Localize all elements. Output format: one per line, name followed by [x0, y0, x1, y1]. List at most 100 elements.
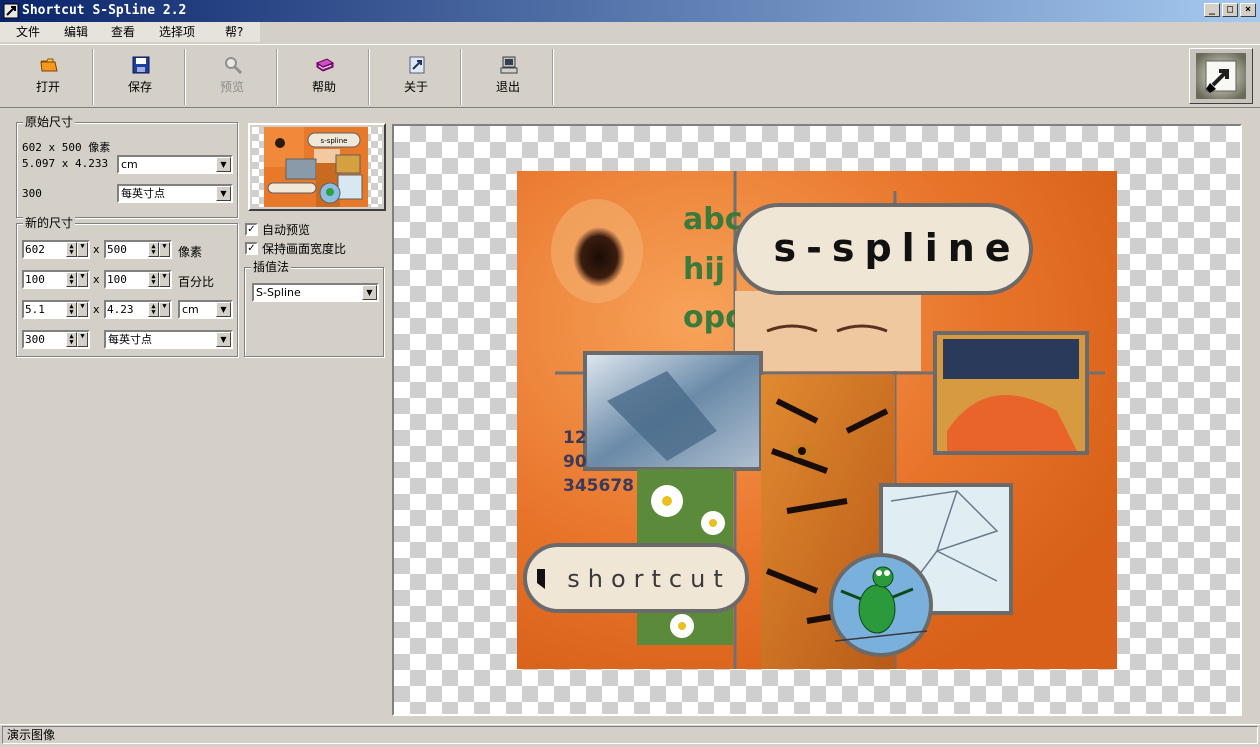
spin-icon[interactable]: ▲ ▼	[66, 302, 77, 317]
dropdown-arrow-icon: ▼	[362, 285, 377, 300]
window-title: Shortcut S-Spline 2.2	[22, 3, 187, 18]
height-pct-input[interactable]: 100 ▲ ▼ ▼	[104, 270, 172, 289]
times-label: x	[93, 243, 100, 256]
times-label: x	[93, 273, 100, 286]
status-bar: 演示图像	[0, 724, 1260, 744]
new-size-group: 新的尺寸 602 ▲ ▼ ▼ x 500 ▲ ▼ ▼ 像素 100 ▲ ▼ ▼ x 1…	[16, 216, 238, 357]
help-button[interactable]: 帮助	[278, 45, 370, 107]
folder-open-icon	[40, 58, 58, 72]
height-pct-value: 100	[107, 273, 127, 286]
resolution-input[interactable]: 300 ▲ ▼ ▼	[22, 330, 90, 349]
preview-button[interactable]: 预览	[186, 45, 278, 107]
height-px-input[interactable]: 500 ▲ ▼ ▼	[104, 240, 172, 259]
image-numbers-345678: 345678	[563, 476, 634, 496]
thumbnail-preview[interactable]: s-spline	[248, 123, 386, 211]
save-button[interactable]: 保存	[94, 45, 186, 107]
new-resolution-unit-select[interactable]: 每英寸点 ▼	[104, 330, 233, 349]
dropdown-arrow-icon[interactable]: ▼	[77, 272, 88, 287]
dropdown-arrow-icon[interactable]: ▼	[159, 242, 170, 257]
preview-label: 预览	[219, 80, 244, 94]
menu-file[interactable]: 文件	[16, 24, 40, 40]
menu-edit[interactable]: 编辑	[64, 24, 88, 40]
close-button[interactable]: ×	[1240, 3, 1256, 17]
floppy-disk-icon	[132, 56, 150, 74]
menu-help[interactable]: 帮?	[225, 24, 243, 40]
times-label: x	[93, 303, 100, 316]
thumbnail-logo-text: s-spline	[321, 137, 348, 145]
spin-icon[interactable]: ▲ ▼	[66, 242, 77, 257]
status-text: 演示图像	[2, 726, 1258, 744]
pixel-unit-label: 像素	[178, 245, 203, 259]
spin-icon[interactable]: ▲ ▼	[148, 272, 159, 287]
interpolation-value: S-Spline	[256, 286, 301, 299]
image-viewport[interactable]: abc hij opqr s-spline 12 90 345678 short…	[392, 124, 1242, 716]
width-px-value: 602	[25, 243, 45, 256]
width-pct-input[interactable]: 100 ▲ ▼ ▼	[22, 270, 90, 289]
menu-view[interactable]: 查看	[111, 24, 135, 40]
original-pixels: 602 x 500 像素	[22, 141, 111, 154]
original-unit-value: cm	[121, 158, 138, 171]
original-resolution-unit-value: 每英寸点	[121, 187, 165, 200]
new-unit-select[interactable]: cm ▼	[178, 300, 233, 319]
width-cm-input[interactable]: 5.1 ▲ ▼ ▼	[22, 300, 90, 319]
open-button[interactable]: 打开	[2, 45, 94, 107]
width-pct-value: 100	[25, 273, 45, 286]
thumbnail-image: s-spline	[264, 127, 368, 207]
original-unit-select[interactable]: cm ▼	[117, 155, 233, 174]
maximize-button[interactable]: □	[1222, 3, 1238, 17]
save-label: 保存	[127, 80, 152, 94]
spin-icon[interactable]: ▲ ▼	[66, 272, 77, 287]
image-letters-hij: hij	[683, 252, 725, 287]
image-logo-text: s-spline	[773, 226, 1020, 270]
image-numbers-12: 12	[563, 428, 587, 448]
exit-label: 退出	[495, 80, 520, 94]
interpolation-group: 插值法 S-Spline ▼	[244, 260, 384, 357]
about-logo-icon	[409, 56, 425, 74]
dropdown-arrow-icon: ▼	[216, 186, 231, 201]
interpolation-title: 插值法	[251, 260, 292, 274]
dropdown-arrow-icon: ▼	[216, 157, 231, 172]
auto-preview-checkbox[interactable]: ✓	[245, 223, 258, 236]
spin-icon[interactable]: ▲ ▼	[66, 332, 77, 347]
dropdown-arrow-icon[interactable]: ▼	[77, 302, 88, 317]
menu-options[interactable]: 选择项	[159, 24, 195, 40]
menu-bar: 文件 编辑 查看 选择项 帮?	[0, 22, 1260, 42]
about-button[interactable]: 关于	[370, 45, 462, 107]
book-icon	[315, 58, 335, 72]
original-size-group: 原始尺寸 602 x 500 像素 5.097 x 4.233 cm ▼ 300…	[16, 115, 238, 218]
app-icon	[3, 3, 19, 19]
shortcut-logo-icon	[1196, 53, 1246, 99]
exit-button[interactable]: 退出	[462, 45, 554, 107]
dropdown-arrow-icon: ▼	[216, 302, 231, 317]
dropdown-arrow-icon[interactable]: ▼	[77, 332, 88, 347]
minimize-button[interactable]: _	[1204, 3, 1220, 17]
dropdown-arrow-icon[interactable]: ▼	[159, 302, 170, 317]
settings-panel: 原始尺寸 602 x 500 像素 5.097 x 4.233 cm ▼ 300…	[4, 112, 388, 718]
toolbar: 打开 保存 预览 帮助 关于 退出	[0, 44, 1260, 108]
dropdown-arrow-icon[interactable]: ▼	[77, 242, 88, 257]
image-numbers-90: 90	[563, 452, 587, 472]
original-physical: 5.097 x 4.233	[22, 157, 109, 170]
interpolation-select[interactable]: S-Spline ▼	[252, 283, 379, 302]
dropdown-arrow-icon[interactable]: ▼	[159, 272, 170, 287]
resolution-value: 300	[25, 333, 45, 346]
height-cm-value: 4.23	[107, 303, 134, 316]
keep-aspect-label: 保持画面宽度比	[262, 242, 347, 256]
magnifier-icon	[225, 57, 243, 75]
spin-icon[interactable]: ▲ ▼	[148, 302, 159, 317]
demo-image: abc hij opqr s-spline 12 90 345678 short…	[517, 171, 1117, 669]
keep-aspect-checkbox[interactable]: ✓	[245, 242, 258, 255]
spin-icon[interactable]: ▲ ▼	[148, 242, 159, 257]
computer-icon	[500, 56, 518, 74]
new-resolution-unit-value: 每英寸点	[108, 333, 152, 346]
percent-unit-label: 百分比	[178, 275, 215, 289]
original-resolution-unit-select[interactable]: 每英寸点 ▼	[117, 184, 233, 203]
image-shortcut-text: shortcut	[567, 565, 731, 593]
width-cm-value: 5.1	[25, 303, 45, 316]
shortcut-logo-button[interactable]	[1189, 48, 1253, 104]
width-px-input[interactable]: 602 ▲ ▼ ▼	[22, 240, 90, 259]
about-label: 关于	[403, 80, 428, 94]
new-size-title: 新的尺寸	[23, 216, 76, 230]
new-unit-value: cm	[182, 303, 199, 316]
height-cm-input[interactable]: 4.23 ▲ ▼ ▼	[104, 300, 172, 319]
